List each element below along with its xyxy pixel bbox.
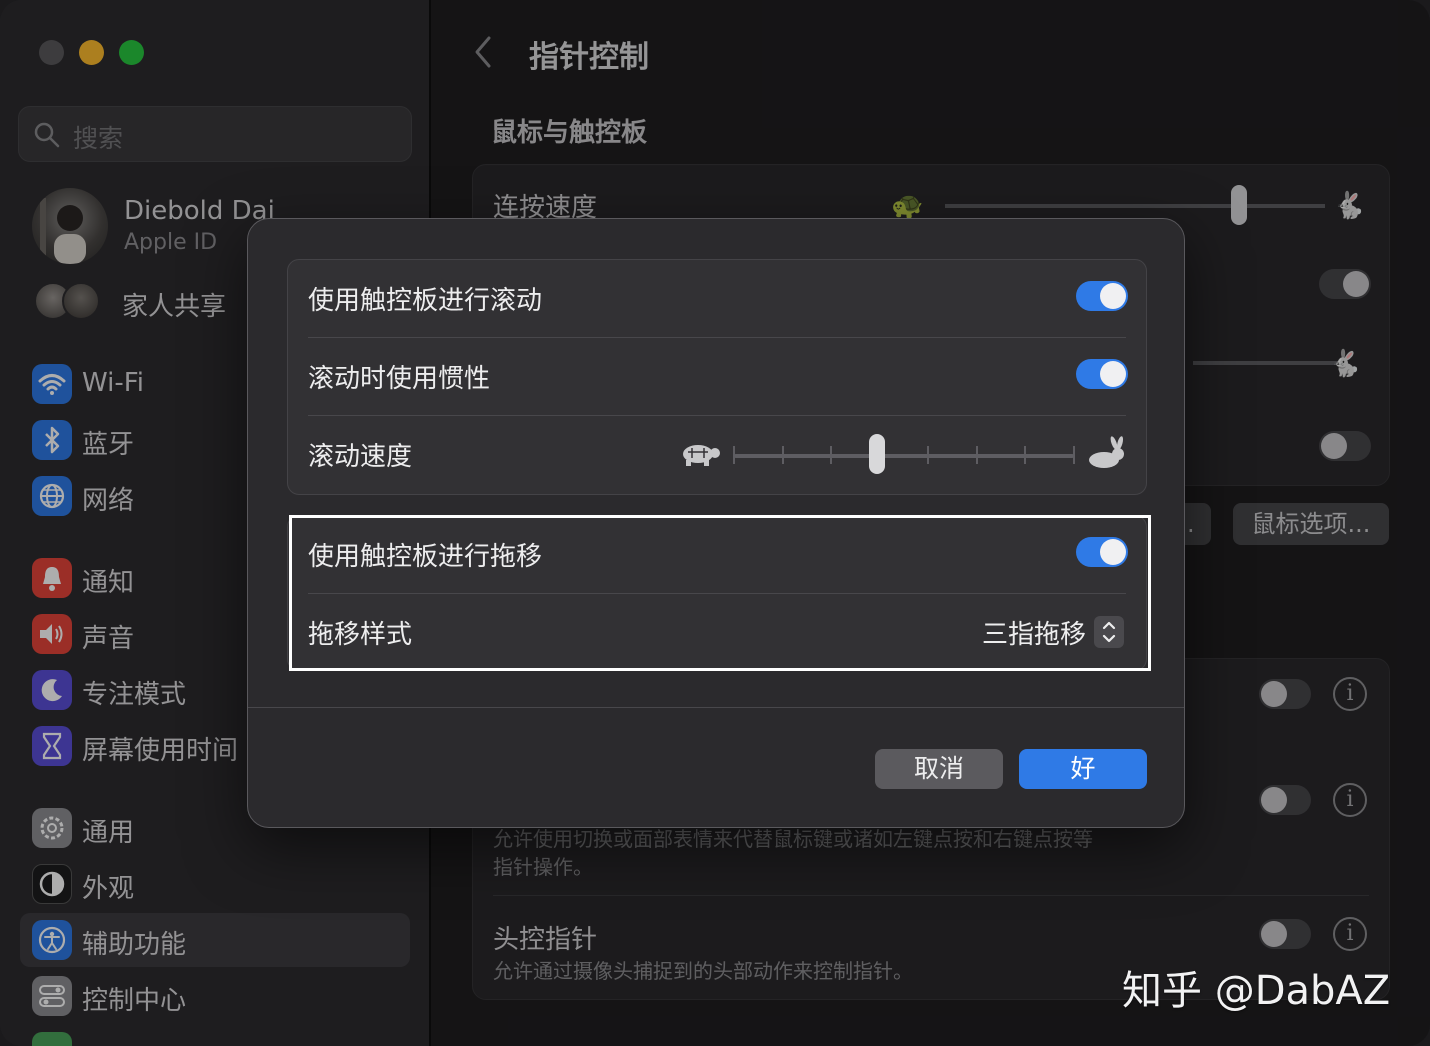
inertia-toggle-label: 滚动时使用惯性 <box>308 364 491 394</box>
slider-tick <box>1073 446 1075 464</box>
slider-tick <box>975 446 978 464</box>
settings-window: 搜索 Diebold Dai Apple ID 家人共享 Wi-Fi 蓝牙 网络… <box>0 0 1430 1046</box>
scroll-settings-group: 使用触控板进行滚动 滚动时使用惯性 滚动速度 <box>287 259 1147 495</box>
ok-button[interactable]: 好 <box>1019 749 1147 789</box>
scroll-speed-label: 滚动速度 <box>308 442 413 472</box>
scroll-toggle[interactable] <box>1076 281 1128 311</box>
slider-tick <box>830 446 833 464</box>
cancel-button[interactable]: 取消 <box>875 749 1003 789</box>
inertia-toggle[interactable] <box>1076 359 1128 389</box>
scroll-row: 使用触控板进行滚动 <box>288 260 1148 338</box>
slider-tick <box>733 446 735 464</box>
rabbit-icon <box>1089 436 1124 468</box>
highlight-frame <box>289 515 1151 671</box>
slider-track[interactable] <box>734 454 1074 458</box>
slider-tick <box>1024 446 1027 464</box>
scroll-speed-slider[interactable] <box>678 432 1128 476</box>
slider-tick <box>927 446 930 464</box>
scroll-toggle-label: 使用触控板进行滚动 <box>308 286 543 316</box>
turtle-icon <box>683 445 720 466</box>
trackpad-options-dialog: 使用触控板进行滚动 滚动时使用惯性 滚动速度 使用触控板进行拖移 拖移样式 三指… <box>247 218 1185 828</box>
watermark: 知乎 @DabAZ <box>1122 968 1391 1014</box>
inertia-row: 滚动时使用惯性 <box>288 338 1148 416</box>
scroll-speed-row: 滚动速度 <box>288 416 1148 494</box>
slider-knob[interactable] <box>868 434 885 474</box>
slider-tick <box>781 446 784 464</box>
